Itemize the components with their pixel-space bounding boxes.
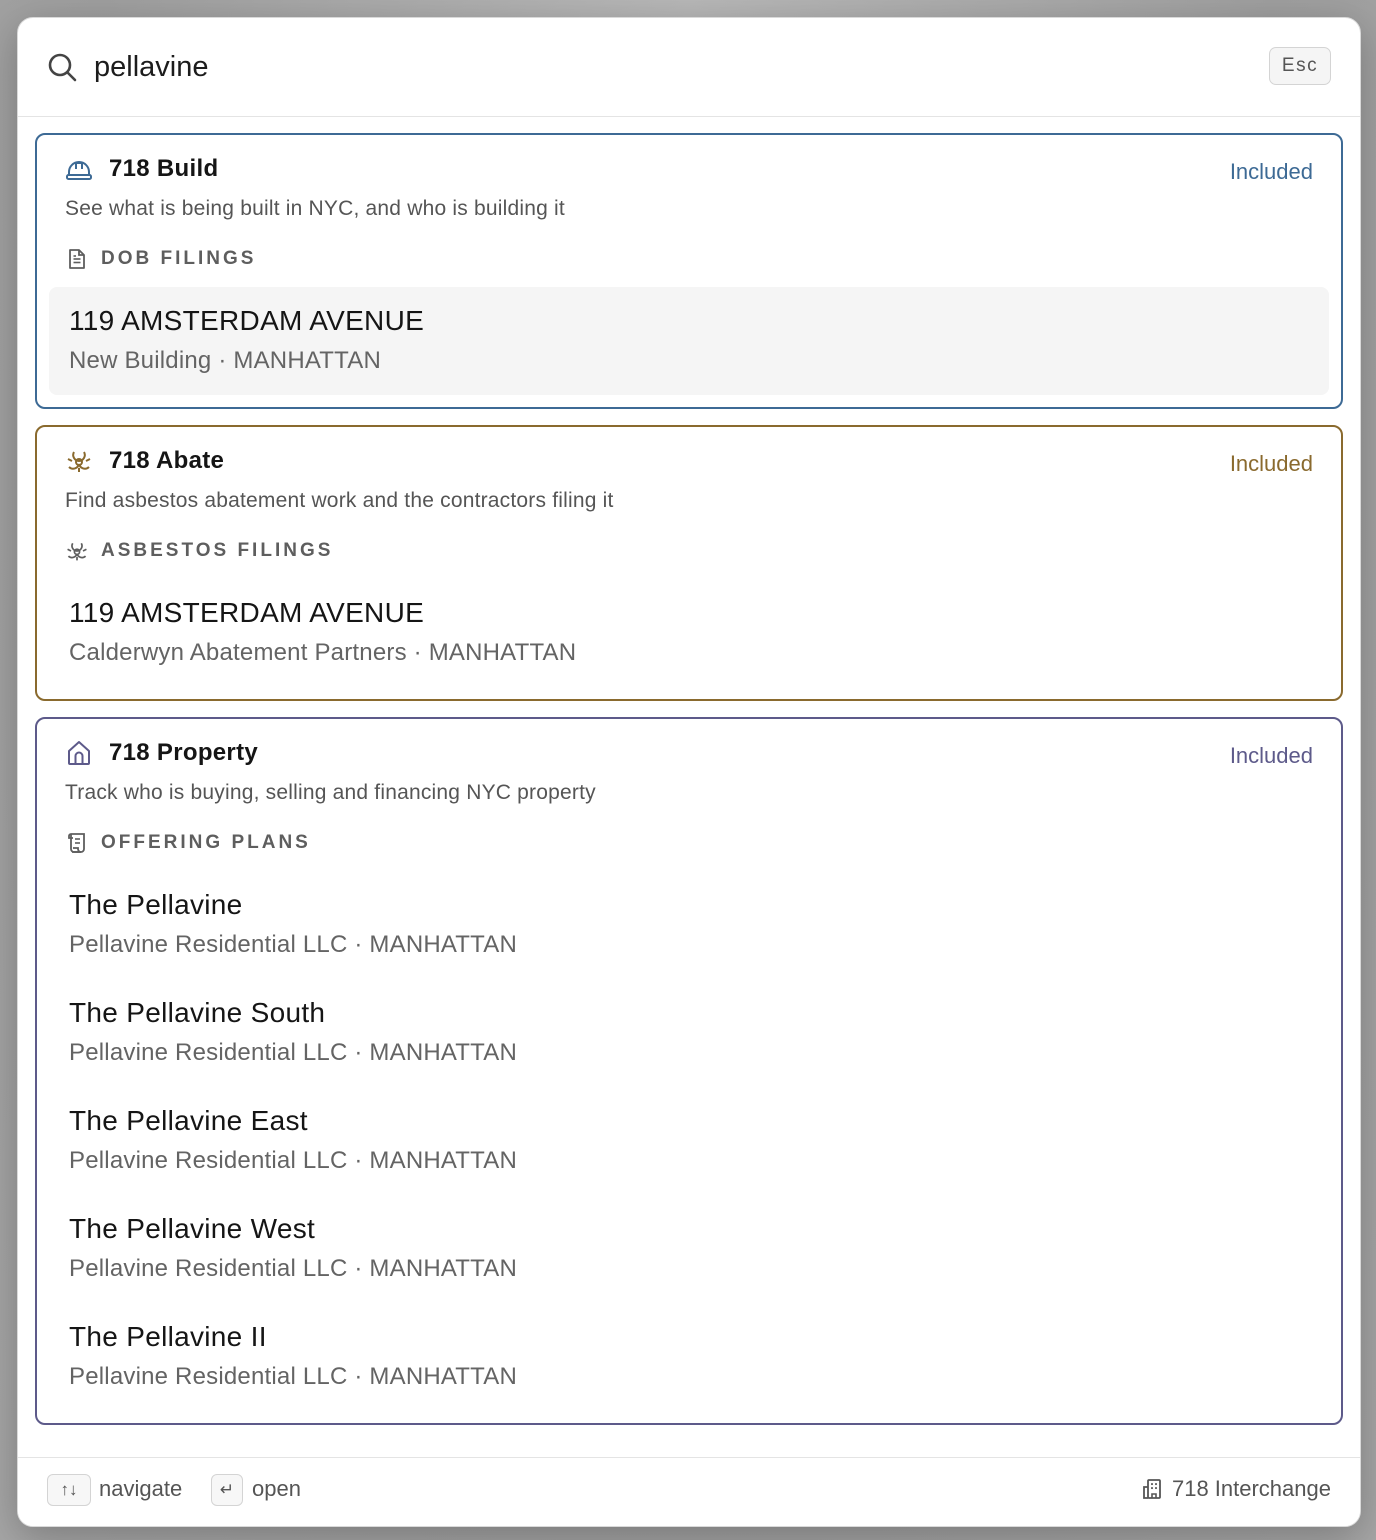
included-badge: Included [1229,743,1313,768]
search-input[interactable] [94,46,1194,88]
search-bar: Esc [18,18,1360,117]
group-header: 718 Abate [65,447,224,475]
open-label: open [252,1476,301,1501]
result-title: The Pellavine East [69,1105,308,1136]
search-icon [48,53,77,82]
section-label: OFFERING PLANS [101,832,311,853]
result-group-property: 718 Property Included Track who is buyin… [35,717,1343,1425]
section-header: ASBESTOS FILINGS [65,539,333,563]
section-label: ASBESTOS FILINGS [101,540,334,561]
result-subtitle: Pellavine Residential LLC · MANHATTAN [69,1039,517,1066]
section-header: DOB FILINGS [65,247,256,271]
result-item[interactable]: The Pellavine South Pellavine Residentia… [49,979,1329,1087]
result-title: 119 AMSTERDAM AVENUE [69,305,425,336]
hardhat-icon [66,161,92,180]
result-subtitle: Pellavine Residential LLC · MANHATTAN [69,1363,517,1390]
result-title: The Pellavine West [69,1213,316,1244]
section-header: OFFERING PLANS [65,831,311,855]
group-description: See what is being built in NYC, and who … [65,197,565,220]
result-subtitle: Pellavine Residential LLC · MANHATTAN [69,1147,517,1174]
group-description: Find asbestos abatement work and the con… [65,489,614,512]
building-icon [1143,1479,1161,1499]
result-title: The Pellavine South [69,997,326,1028]
result-subtitle: Calderwyn Abatement Partners · MANHATTAN [69,639,577,666]
result-item[interactable]: 119 AMSTERDAM AVENUE Calderwyn Abatement… [49,579,1329,687]
navigate-key-hint: ↑↓ [47,1474,91,1506]
enter-key-hint: ↵ [211,1474,243,1506]
biohazard-icon [67,542,87,561]
result-subtitle: Pellavine Residential LLC · MANHATTAN [69,1255,517,1282]
house-icon [68,741,90,765]
brand: 718 Interchange [1140,1476,1331,1502]
biohazard-icon [67,451,91,472]
result-subtitle: Pellavine Residential LLC · MANHATTAN [69,931,517,958]
result-group-abate: 718 Abate Included Find asbestos abateme… [35,425,1343,701]
section-label: DOB FILINGS [101,248,257,269]
result-item[interactable]: 119 AMSTERDAM AVENUE New Building · MANH… [49,287,1329,395]
group-title: 718 Property [109,739,259,766]
result-subtitle: New Building · MANHATTAN [69,347,381,374]
esc-key-hint[interactable]: Esc [1269,47,1331,85]
result-item[interactable]: The Pellavine Pellavine Residential LLC … [49,871,1329,979]
group-header: 718 Property [65,739,258,767]
result-title: 119 AMSTERDAM AVENUE [69,597,425,628]
group-title: 718 Build [109,155,219,182]
result-item[interactable]: The Pellavine II Pellavine Residential L… [49,1303,1329,1411]
included-badge: Included [1229,451,1313,476]
group-header: 718 Build [65,155,218,183]
included-badge: Included [1229,159,1313,184]
result-item[interactable]: The Pellavine West Pellavine Residential… [49,1195,1329,1303]
result-item[interactable]: The Pellavine East Pellavine Residential… [49,1087,1329,1195]
result-title: The Pellavine II [69,1321,267,1352]
result-group-build: 718 Build Included See what is being bui… [35,133,1343,409]
group-title: 718 Abate [109,447,225,474]
command-palette: Esc 718 Build Included See what is being… [17,17,1361,1527]
brand-label: 718 Interchange [1171,1476,1331,1501]
scroll-icon [68,833,85,853]
group-description: Track who is buying, selling and financi… [65,781,596,804]
document-icon [69,249,85,269]
result-title: The Pellavine [69,889,243,920]
palette-footer: ↑↓ navigate ↵ open 718 Interchange [18,1457,1360,1526]
navigate-label: navigate [99,1476,183,1501]
